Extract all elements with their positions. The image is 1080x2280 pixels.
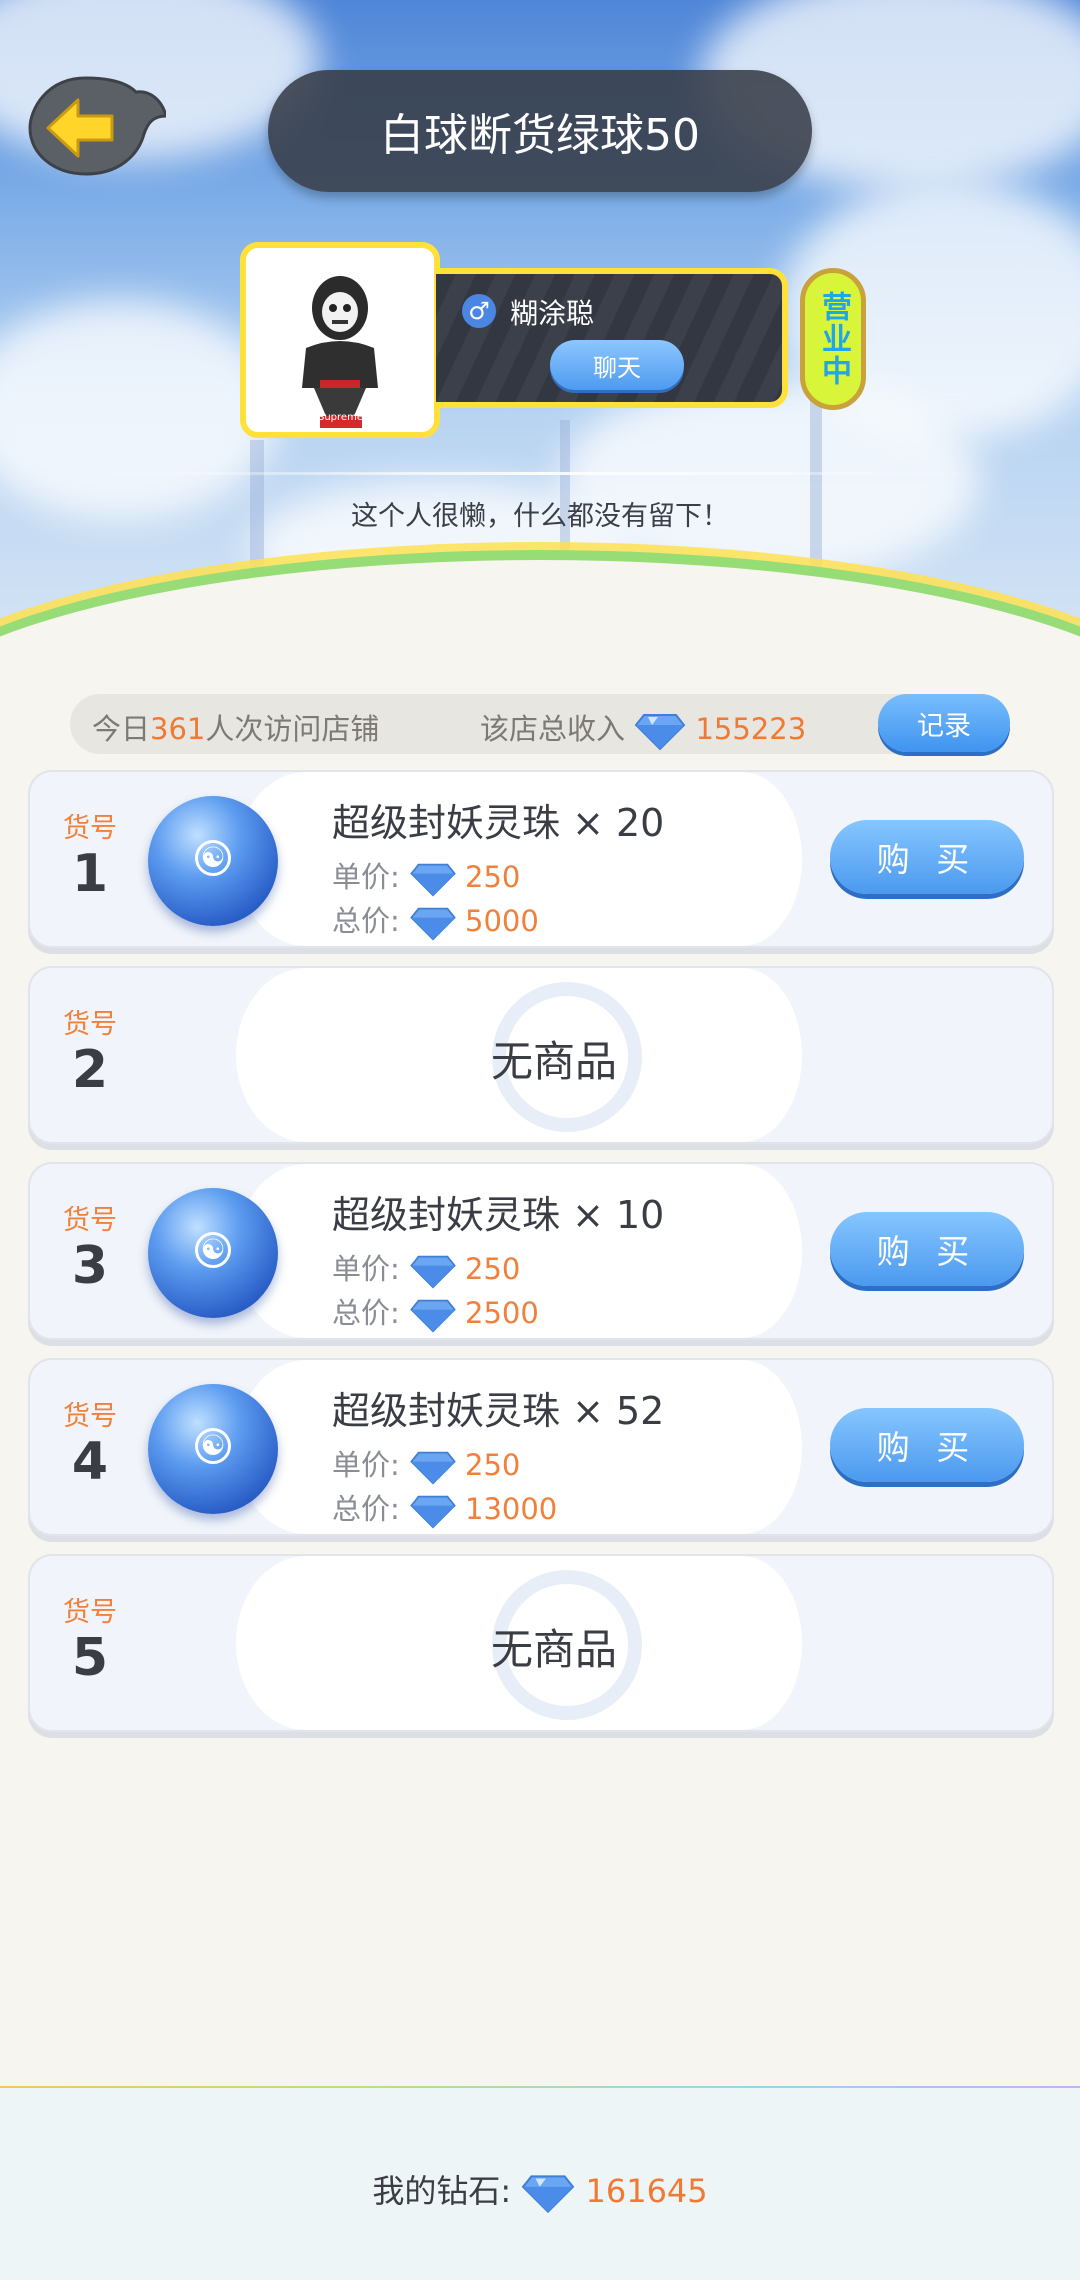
owner-bio: 这个人很懒，什么都没有留下！	[351, 501, 729, 532]
diamond-icon	[634, 714, 686, 751]
total-price-label: 总价:	[332, 1296, 400, 1330]
diamond-icon	[410, 1299, 456, 1333]
slot-label: 货号	[63, 1009, 117, 1040]
diamond-icon	[410, 1451, 456, 1485]
slot-number: 2	[71, 1040, 109, 1100]
no-item-text: 无商品	[490, 1625, 617, 1674]
avatar-brand-text: Supreme	[318, 412, 363, 423]
slot-label: 货号	[63, 1401, 117, 1432]
buy-button[interactable]: 购 买	[830, 1212, 1024, 1286]
owner-name: 糊涂聪	[510, 297, 595, 330]
today-visits: 今日361人次访问店铺	[92, 706, 379, 748]
unit-price: 单价: 250	[332, 854, 520, 897]
today-visits-count: 361	[150, 712, 206, 746]
total-price: 总价: 5000	[332, 898, 539, 941]
unit-price-label: 单价:	[332, 1252, 400, 1286]
item-name: 超级封妖灵珠 × 52	[332, 1389, 665, 1433]
slot-number: 4	[71, 1432, 109, 1492]
total-income: 该店总收入 155223	[480, 706, 806, 751]
my-diamonds-value: 161645	[585, 2172, 708, 2210]
diamond-icon	[410, 907, 456, 941]
male-gender-icon: ♂	[462, 294, 496, 328]
total-price: 总价: 2500	[332, 1290, 539, 1333]
no-item-text: 无商品	[490, 1037, 617, 1086]
unit-price-value: 250	[465, 1252, 521, 1286]
item-name: 超级封妖灵珠 × 10	[332, 1193, 665, 1237]
shop-item-row: 货号 3 ☯ 超级封妖灵珠 × 10 单价: 250 总价: 2500 购 买	[28, 1162, 1054, 1340]
income-value: 155223	[695, 712, 807, 746]
unit-price-value: 250	[465, 1448, 521, 1482]
slot-label: 货号	[63, 813, 117, 844]
item-name: 超级封妖灵珠 × 20	[332, 801, 665, 845]
buy-button[interactable]: 购 买	[830, 1408, 1024, 1482]
buy-button[interactable]: 购 买	[830, 820, 1024, 894]
diamond-icon	[410, 1255, 456, 1289]
back-button[interactable]	[26, 70, 168, 180]
slot-number: 3	[71, 1236, 109, 1296]
today-suffix: 人次访问店铺	[205, 712, 380, 746]
shop-item-row: 货号 1 ☯ 超级封妖灵珠 × 20 单价: 250 总价: 5000 购 买	[28, 770, 1054, 948]
chat-button[interactable]: 聊天	[550, 340, 684, 390]
unit-price-label: 单价:	[332, 860, 400, 894]
slot-label: 货号	[63, 1597, 117, 1628]
spirit-orb-icon: ☯	[148, 1188, 278, 1318]
slot-number: 5	[71, 1628, 109, 1688]
record-button[interactable]: 记录	[878, 694, 1010, 752]
total-price-label: 总价:	[332, 1492, 400, 1526]
total-price-label: 总价:	[332, 904, 400, 938]
slot-label: 货号	[63, 1205, 117, 1236]
rainbow-curve	[0, 560, 1080, 680]
shop-title: 白球断货绿球50	[268, 70, 812, 192]
shop-stats-bar: 今日361人次访问店铺 该店总收入 155223	[70, 694, 1010, 754]
diamond-icon	[410, 863, 456, 897]
unit-price-value: 250	[465, 860, 521, 894]
my-diamonds-label: 我的钻石:	[372, 2172, 512, 2210]
slot-number: 1	[71, 844, 109, 904]
total-price-value: 2500	[465, 1296, 539, 1330]
shop-item-row: 货号 4 ☯ 超级封妖灵珠 × 52 单价: 250 总价: 13000 购 买	[28, 1358, 1054, 1536]
unit-price: 单价: 250	[332, 1246, 520, 1289]
total-price-value: 5000	[465, 904, 539, 938]
total-price: 总价: 13000	[332, 1486, 557, 1529]
total-price-value: 13000	[465, 1492, 558, 1526]
back-arrow-icon	[28, 76, 168, 176]
owner-avatar[interactable]: Supreme	[240, 242, 440, 438]
today-prefix: 今日	[92, 712, 151, 746]
diamond-icon	[521, 2175, 575, 2214]
unit-price-label: 单价:	[332, 1448, 400, 1482]
spirit-orb-icon: ☯	[148, 1384, 278, 1514]
open-status-badge: 营业中	[800, 268, 866, 410]
header-divider	[80, 472, 1000, 475]
owner-info-card: ♂ 糊涂聪 聊天	[436, 268, 788, 408]
avatar-figure-image	[302, 276, 378, 428]
shop-item-row-empty: 货号 5 无商品	[28, 1554, 1054, 1732]
income-label: 该店总收入	[480, 712, 626, 746]
unit-price: 单价: 250	[332, 1442, 520, 1485]
my-diamonds: 我的钻石: 161645	[0, 2166, 1080, 2214]
shop-item-row-empty: 货号 2 无商品	[28, 966, 1054, 1144]
diamond-icon	[410, 1495, 456, 1529]
spirit-orb-icon: ☯	[148, 796, 278, 926]
